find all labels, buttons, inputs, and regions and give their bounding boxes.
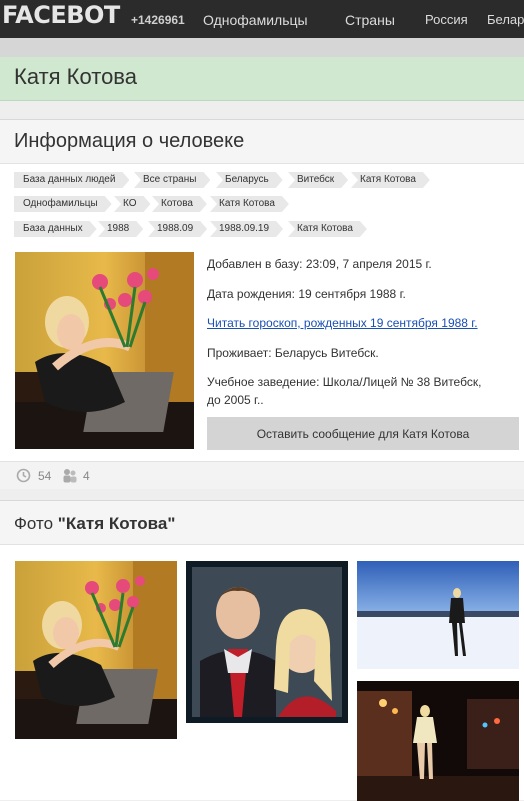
person-name: Катя Котова — [14, 64, 137, 89]
user-count: +1426961 — [131, 13, 185, 27]
nav-countries[interactable]: Страны — [345, 12, 395, 28]
photos-card: Фото "Катя Котова" — [0, 500, 524, 801]
top-navigation-bar: FACEBOT +1426961 Однофамильцы Страны Рос… — [0, 0, 524, 38]
gallery-photo[interactable] — [357, 561, 519, 669]
profile-photo[interactable] — [15, 252, 194, 449]
photos-card-title: Фото "Катя Котова" — [14, 514, 176, 533]
residence: Проживает: Беларусь Витебск. — [207, 346, 379, 360]
site-logo[interactable]: FACEBOT — [2, 1, 120, 29]
info-card-header: Информация о человеке — [0, 120, 524, 164]
breadcrumb-item[interactable]: 1988.09.19 — [210, 221, 283, 237]
breadcrumb-item[interactable]: Катя Котова — [351, 172, 430, 188]
gallery-photo[interactable] — [186, 561, 348, 723]
horoscope-link[interactable]: Читать гороскоп, рожденных 19 сентября 1… — [207, 316, 478, 330]
breadcrumb-item[interactable]: КО — [114, 196, 151, 212]
breadcrumb-item[interactable]: 1988.09 — [148, 221, 207, 237]
nav-belarus[interactable]: Беларусь — [487, 12, 524, 27]
stats-bar: 54 4 — [0, 461, 524, 489]
added-date: Добавлен в базу: 23:09, 7 апреля 2015 г. — [207, 257, 432, 271]
breadcrumb-item[interactable]: 1988 — [98, 221, 143, 237]
school-line-1: Учебное заведение: Школа/Лицей № 38 Вите… — [207, 375, 482, 389]
birth-date: Дата рождения: 19 сентября 1988 г. — [207, 287, 406, 301]
gallery-photo[interactable] — [15, 561, 177, 739]
breadcrumb-item[interactable]: Однофамильцы — [14, 196, 112, 212]
breadcrumb-item[interactable]: Катя Котова — [210, 196, 289, 212]
leave-message-button[interactable]: Оставить сообщение для Катя Котова — [207, 417, 519, 450]
sub-bar — [0, 38, 524, 57]
person-name-bar: Катя Котова — [0, 57, 524, 101]
breadcrumb-item[interactable]: Беларусь — [216, 172, 283, 188]
history-icon — [16, 468, 31, 488]
nav-namesakes[interactable]: Однофамильцы — [203, 12, 308, 28]
breadcrumb-item[interactable]: Катя Котова — [288, 221, 367, 237]
breadcrumb-item[interactable]: Витебск — [288, 172, 348, 188]
people-icon — [62, 468, 78, 488]
breadcrumb-item[interactable]: База данных — [14, 221, 97, 237]
breadcrumb-item[interactable]: Все страны — [134, 172, 210, 188]
friends-count: 4 — [83, 469, 90, 483]
breadcrumb-item[interactable]: База данных людей — [14, 172, 129, 188]
nav-russia[interactable]: Россия — [425, 12, 468, 27]
views-count: 54 — [38, 469, 52, 483]
photos-card-header: Фото "Катя Котова" — [0, 501, 524, 545]
person-info-card: Информация о человеке База данных людей … — [0, 119, 524, 489]
gallery-photo[interactable] — [357, 681, 519, 801]
info-card-title: Информация о человеке — [14, 130, 245, 152]
school-line-2: до 2005 г.. — [207, 393, 264, 407]
breadcrumb-item[interactable]: Котова — [152, 196, 207, 212]
